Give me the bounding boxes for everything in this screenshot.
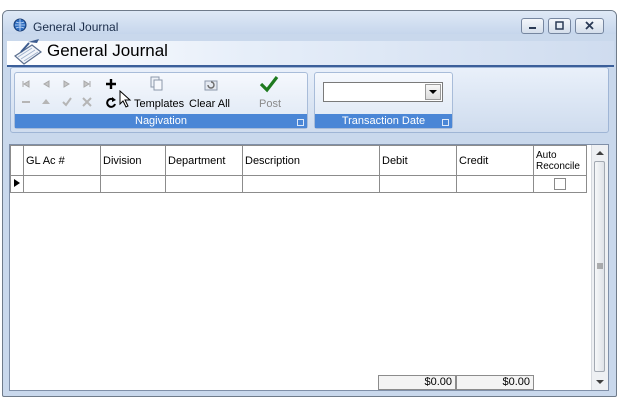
cell-auto-reconcile[interactable] [533, 175, 587, 193]
window-title: General Journal [33, 20, 119, 34]
grip-icon [597, 263, 603, 269]
row-selector[interactable] [10, 175, 24, 193]
vertical-scrollbar[interactable] [591, 145, 608, 390]
templates-button[interactable]: Templates [134, 98, 184, 110]
dropdown-button[interactable] [425, 84, 441, 100]
row-selector-header [10, 145, 24, 176]
maximize-icon [555, 21, 564, 30]
cell-credit[interactable] [456, 175, 534, 193]
journal-grid[interactable]: GL Ac # Division Department Description … [9, 144, 609, 391]
col-description[interactable]: Description [242, 145, 380, 176]
transaction-date-select[interactable] [323, 82, 443, 102]
previous-record-icon[interactable] [40, 78, 52, 90]
table-row[interactable] [10, 175, 587, 193]
transaction-date-group: Transaction Date [314, 72, 453, 129]
close-icon [585, 21, 594, 30]
chevron-down-icon [429, 90, 437, 94]
navigation-group: Templates Clear All Post Nagivation [14, 72, 308, 129]
cell-department[interactable] [165, 175, 243, 193]
clear-all-icon [204, 80, 218, 91]
add-record-icon[interactable] [105, 78, 117, 90]
general-journal-window: General Journal General Journal Template… [2, 10, 617, 397]
post-check-icon [259, 76, 279, 93]
cell-gl-ac[interactable] [23, 175, 101, 193]
scrollbar-thumb[interactable] [594, 161, 605, 372]
clear-all-button[interactable]: Clear All [189, 98, 230, 110]
auto-reconcile-checkbox[interactable] [554, 178, 566, 191]
journal-pen-icon [14, 39, 43, 65]
col-division[interactable]: Division [100, 145, 166, 176]
minimize-button[interactable] [521, 18, 544, 34]
title-bar[interactable]: General Journal [3, 11, 616, 34]
delete-record-icon[interactable] [20, 96, 32, 108]
col-auto-reconcile[interactable]: Auto Reconcile [533, 145, 587, 176]
col-department[interactable]: Department [165, 145, 243, 176]
minimize-icon [529, 27, 536, 29]
mouse-cursor-icon [119, 90, 132, 108]
templates-icon [150, 76, 163, 91]
transaction-date-label: Transaction Date [315, 114, 452, 128]
cancel-icon[interactable] [81, 96, 93, 108]
post-button[interactable]: Post [259, 98, 281, 110]
cell-description[interactable] [242, 175, 380, 193]
col-debit[interactable]: Debit [379, 145, 457, 176]
scroll-down-icon[interactable] [595, 378, 605, 386]
close-button[interactable] [575, 18, 604, 34]
grid-header-row: GL Ac # Division Department Description … [10, 145, 587, 176]
next-record-icon[interactable] [61, 78, 73, 90]
ribbon: Templates Clear All Post Nagivation Tran… [10, 67, 609, 133]
debit-total: $0.00 [378, 375, 456, 390]
first-record-icon[interactable] [20, 78, 32, 90]
cell-debit[interactable] [379, 175, 457, 193]
move-up-icon[interactable] [40, 96, 52, 108]
journal-table: GL Ac # Division Department Description … [10, 145, 587, 193]
col-credit[interactable]: Credit [456, 145, 534, 176]
current-row-arrow-icon [14, 178, 20, 187]
last-record-icon[interactable] [81, 78, 93, 90]
scroll-up-icon[interactable] [595, 149, 605, 157]
col-gl-ac[interactable]: GL Ac # [23, 145, 101, 176]
credit-total: $0.00 [456, 375, 534, 390]
confirm-icon[interactable] [61, 96, 73, 108]
navigation-group-label: Nagivation [15, 114, 307, 128]
app-globe-icon [13, 18, 27, 32]
maximize-button[interactable] [548, 18, 571, 34]
transaction-date-launcher-icon[interactable] [442, 119, 449, 126]
navigation-launcher-icon[interactable] [297, 119, 304, 126]
cell-division[interactable] [100, 175, 166, 193]
refresh-icon[interactable] [105, 96, 117, 108]
form-title: General Journal [47, 41, 168, 60]
